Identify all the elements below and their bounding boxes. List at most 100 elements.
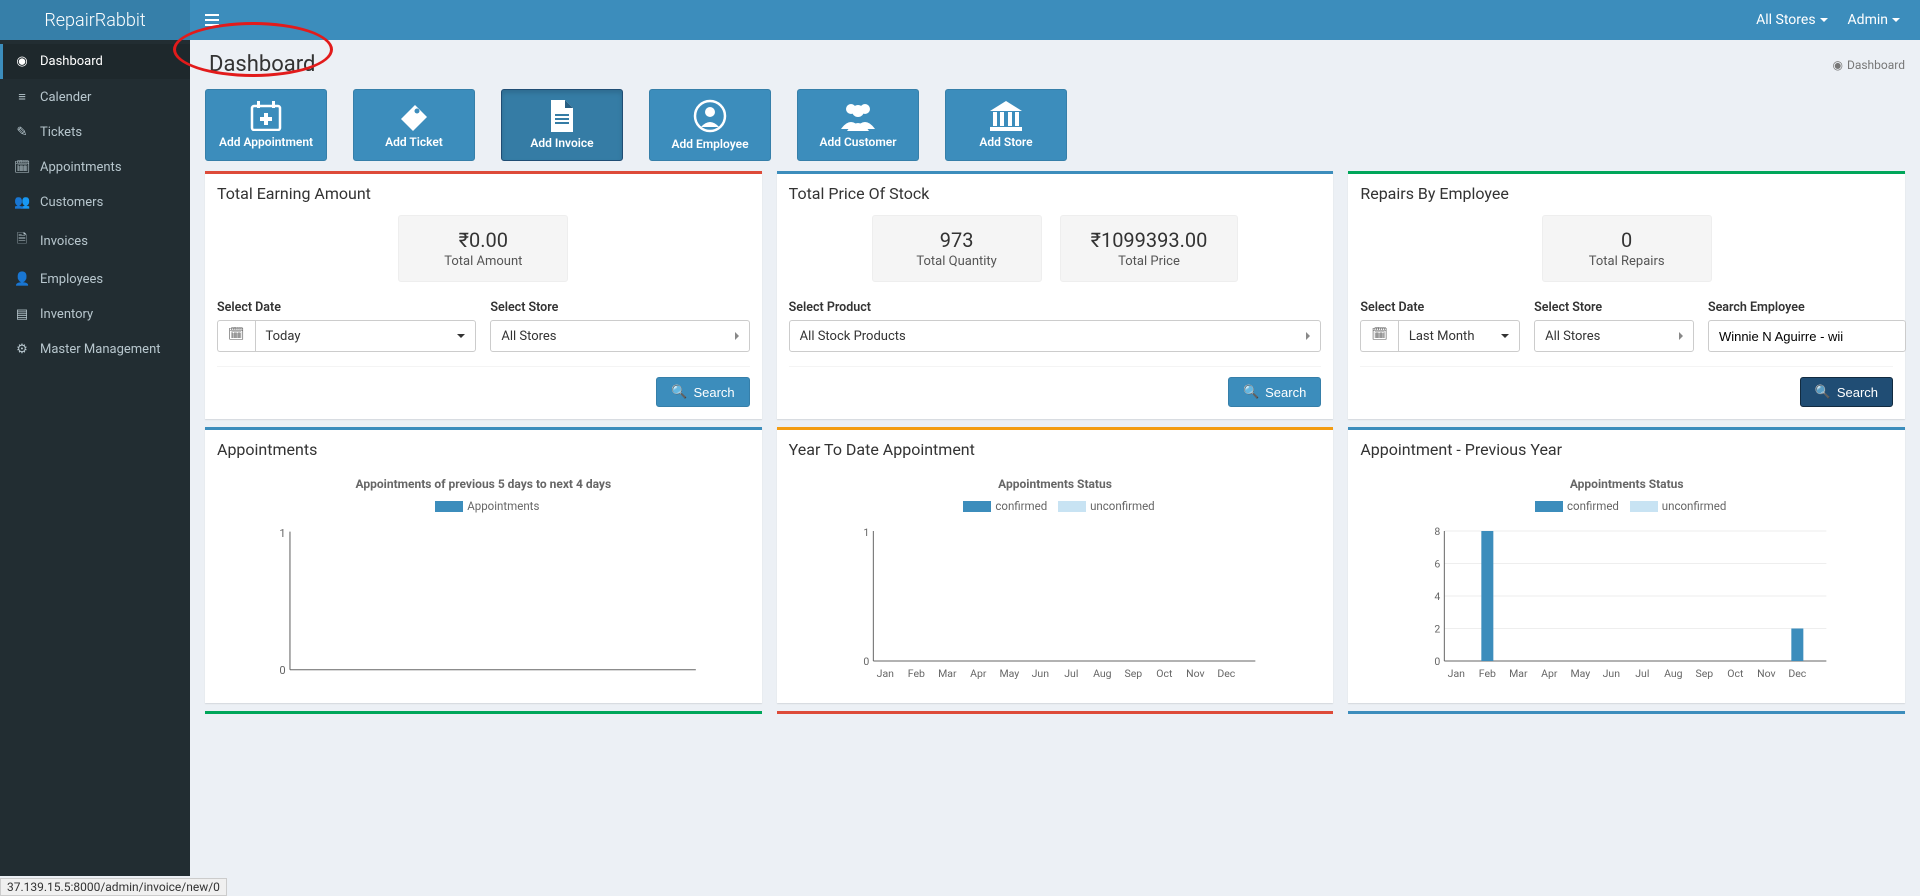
calendar-icon: 🗓 xyxy=(1360,320,1398,352)
label-select-store: Select Store xyxy=(490,300,749,315)
panel-repairs: Repairs By Employee 0 Total Repairs Sele… xyxy=(1348,171,1905,419)
svg-text:Aug: Aug xyxy=(1664,667,1683,680)
svg-text:Nov: Nov xyxy=(1186,667,1205,680)
svg-text:Sep: Sep xyxy=(1696,667,1714,680)
svg-text:Apr: Apr xyxy=(970,667,987,680)
stat-quantity: 973 Total Quantity xyxy=(872,215,1042,282)
panel-title: Total Earning Amount xyxy=(217,184,750,203)
calendar-icon: 🗓 xyxy=(14,160,30,175)
sidebar-item-appointments[interactable]: 🗓Appointments xyxy=(0,150,190,185)
date-picker[interactable]: Today xyxy=(255,320,477,352)
add-employee-button[interactable]: Add Employee xyxy=(649,89,771,161)
search-button[interactable]: 🔍Search xyxy=(1228,377,1321,407)
add-ticket-button[interactable]: Add Ticket xyxy=(353,89,475,161)
sidebar-item-dashboard[interactable]: ◉Dashboard xyxy=(0,44,190,79)
chevron-down-icon xyxy=(1501,334,1509,338)
chart-subtitle: Appointments Status xyxy=(793,477,1318,491)
menu-toggle-button[interactable] xyxy=(190,11,234,30)
search-button[interactable]: 🔍Search xyxy=(1800,377,1893,407)
svg-text:Nov: Nov xyxy=(1757,667,1776,680)
brand-logo[interactable]: RepairRabbit xyxy=(0,0,190,40)
panel-ytd-chart: Year To Date Appointment Appointments St… xyxy=(777,427,1334,703)
svg-text:May: May xyxy=(1571,667,1591,680)
search-button[interactable]: 🔍Search xyxy=(656,377,749,407)
file-icon: 🗎 xyxy=(14,230,30,252)
users-icon xyxy=(839,101,877,131)
calendar-plus-icon xyxy=(249,101,283,131)
svg-text:1: 1 xyxy=(863,526,869,539)
svg-text:Oct: Oct xyxy=(1156,667,1173,680)
panel-title: Appointments xyxy=(217,440,750,459)
product-select[interactable]: All Stock Products xyxy=(789,320,1322,352)
sidebar-item-master[interactable]: ⚙Master Management xyxy=(0,332,190,367)
add-appointment-button[interactable]: Add Appointment xyxy=(205,89,327,161)
user-menu[interactable]: Admin xyxy=(1848,12,1900,28)
panel-prev-year-chart: Appointment - Previous Year Appointments… xyxy=(1348,427,1905,703)
svg-text:Feb: Feb xyxy=(1479,667,1496,680)
sidebar-item-employees[interactable]: 👤Employees xyxy=(0,262,190,297)
svg-text:Mar: Mar xyxy=(1509,667,1528,680)
list-icon: ≡ xyxy=(14,89,30,105)
svg-text:Sep: Sep xyxy=(1124,667,1142,680)
main-content: Dashboard ◉Dashboard Add Appointment Add… xyxy=(190,40,1920,876)
svg-text:Jul: Jul xyxy=(1636,667,1650,680)
store-select[interactable]: All Stores xyxy=(490,320,749,352)
sidebar-item-tickets[interactable]: ✎Tickets xyxy=(0,115,190,150)
sidebar-item-customers[interactable]: 👥Customers xyxy=(0,185,190,220)
svg-text:0: 0 xyxy=(863,655,869,668)
panel-title: Total Price Of Stock xyxy=(789,184,1322,203)
calendar-icon: 🗓 xyxy=(217,320,255,352)
user-circle-icon xyxy=(693,99,727,133)
inventory-icon: ▤ xyxy=(14,307,30,322)
svg-text:0: 0 xyxy=(279,664,285,677)
svg-text:May: May xyxy=(999,667,1019,680)
store-select[interactable]: All Stores xyxy=(1534,320,1694,352)
tag-icon: ✎ xyxy=(14,125,30,140)
svg-text:Jan: Jan xyxy=(876,667,894,680)
svg-text:1: 1 xyxy=(279,527,285,540)
ticket-icon xyxy=(397,101,431,131)
store-icon xyxy=(988,101,1024,131)
appointments-chart: 1 0 xyxy=(221,521,746,691)
panel-title: Year To Date Appointment xyxy=(789,440,1322,459)
chevron-icon xyxy=(1679,332,1683,340)
ytd-chart: 1 0 JanFebMarAprMayJunJulAugSepOctNovDec xyxy=(793,521,1318,691)
label-search-employee: Search Employee xyxy=(1708,300,1906,315)
dashboard-icon: ◉ xyxy=(1832,58,1842,72)
user-icon: 👤 xyxy=(14,272,30,287)
svg-text:Aug: Aug xyxy=(1093,667,1112,680)
sidebar-item-calendar[interactable]: ≡Calender xyxy=(0,79,190,115)
chart-legend: confirmed unconfirmed xyxy=(793,499,1318,513)
store-selector[interactable]: All Stores xyxy=(1756,12,1827,28)
prev-year-chart: 02468 JanFebMarAprMayJunJulAugSepOctNovD… xyxy=(1364,521,1889,691)
svg-text:Oct: Oct xyxy=(1728,667,1745,680)
panel-title: Repairs By Employee xyxy=(1360,184,1893,203)
search-icon: 🔍 xyxy=(1243,384,1259,400)
sidebar-item-invoices[interactable]: 🗎Invoices xyxy=(0,220,190,262)
employee-search-input[interactable] xyxy=(1708,320,1906,352)
dashboard-icon: ◉ xyxy=(14,54,30,69)
svg-text:Mar: Mar xyxy=(938,667,957,680)
label-select-date: Select Date xyxy=(1360,300,1520,315)
date-picker[interactable]: Last Month xyxy=(1398,320,1520,352)
browser-status-bar: 37.139.15.5:8000/admin/invoice/new/0 xyxy=(0,878,227,896)
panel-stock: Total Price Of Stock 973 Total Quantity … xyxy=(777,171,1334,419)
svg-text:6: 6 xyxy=(1435,558,1441,571)
search-icon: 🔍 xyxy=(671,384,687,400)
add-store-button[interactable]: Add Store xyxy=(945,89,1067,161)
add-invoice-button[interactable]: Add Invoice xyxy=(501,89,623,161)
svg-text:Dec: Dec xyxy=(1789,667,1807,680)
chevron-down-icon xyxy=(457,334,465,338)
svg-text:2: 2 xyxy=(1435,623,1441,636)
stat-total-amount: ₹0.00 Total Amount xyxy=(398,215,568,282)
svg-text:Jul: Jul xyxy=(1064,667,1078,680)
sidebar-item-inventory[interactable]: ▤Inventory xyxy=(0,297,190,332)
label-select-store: Select Store xyxy=(1534,300,1694,315)
add-customer-button[interactable]: Add Customer xyxy=(797,89,919,161)
breadcrumb[interactable]: ◉Dashboard xyxy=(1832,58,1905,72)
chevron-down-icon xyxy=(1820,18,1828,22)
svg-text:Apr: Apr xyxy=(1542,667,1559,680)
panel-earning: Total Earning Amount ₹0.00 Total Amount … xyxy=(205,171,762,419)
chevron-icon xyxy=(1306,332,1310,340)
panel-title: Appointment - Previous Year xyxy=(1360,440,1893,459)
